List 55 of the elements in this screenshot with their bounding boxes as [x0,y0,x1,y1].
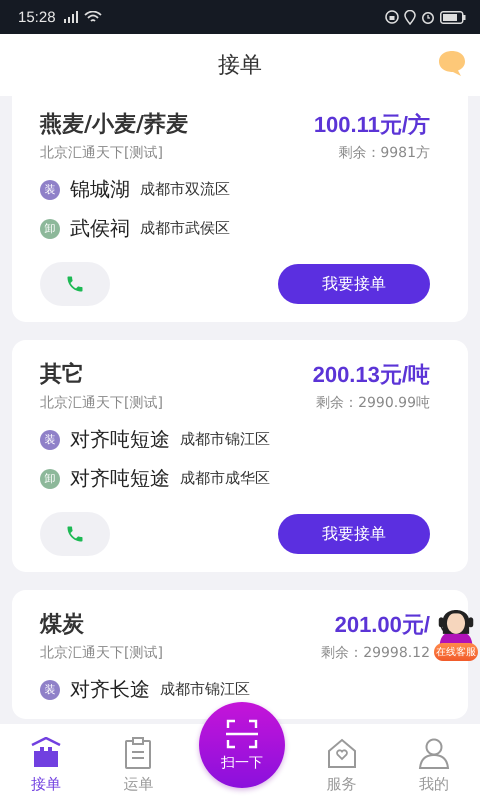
stop-tag: 卸 [40,218,60,238]
chat-bubble-icon[interactable] [438,50,466,77]
place-name: 武侯祠 [70,215,130,242]
place-address: 成都市双流区 [140,180,230,199]
remaining-amount: 剩余：29998.12 [321,644,430,662]
cargo-name: 燕麦/小麦/荞麦 [40,111,188,139]
place-name: 对齐吨短途 [70,465,170,492]
scan-icon [225,718,259,750]
stop-tag: 装 [40,680,60,700]
building-icon [30,737,62,769]
stop-tag: 装 [40,180,60,200]
scan-label: 扫一下 [221,754,263,772]
price: 200.13元/吨 [312,361,430,389]
support-label: 在线客服 [434,643,478,661]
battery-icon [440,10,466,24]
wifi-icon [84,10,102,24]
scan-button[interactable]: 扫一下 [199,702,285,788]
remaining-amount: 剩余：2990.99吨 [316,394,430,412]
place-address: 成都市成华区 [180,469,270,488]
location-icon [404,10,416,24]
place-name: 对齐长途 [70,676,150,703]
status-time: 15:28 [18,8,56,26]
call-button[interactable] [40,512,110,556]
place-address: 成都市锦江区 [160,680,250,699]
clipboard-icon [124,737,152,769]
nav-tab[interactable]: 接单 [0,724,92,800]
call-button[interactable] [40,262,110,306]
lock-icon [385,10,399,24]
stop-tag: 装 [40,430,60,450]
price: 201.00元/ [334,611,430,639]
price: 100.11元/方 [314,111,430,139]
nav-label: 服务 [326,775,357,794]
cargo-name: 其它 [40,360,85,389]
person-icon [418,737,450,769]
phone-icon [65,274,85,294]
alarm-icon [421,10,435,24]
page-title: 接单 [218,52,262,80]
place-name: 对齐吨短途 [70,426,170,453]
place-address: 成都市武侯区 [140,219,230,238]
company-name: 北京汇通天下[测试] [40,394,163,412]
nav-label: 接单 [31,775,62,794]
accept-order-button[interactable]: 我要接单 [278,514,430,554]
home-heart-icon [326,737,358,769]
cargo-name: 煤炭 [40,611,85,639]
nav-label: 运单 [123,775,154,794]
phone-icon [65,524,85,544]
place-address: 成都市锦江区 [180,430,270,449]
place-name: 锦城湖 [70,176,130,203]
nav-label: 我的 [418,775,449,794]
accept-order-button[interactable]: 我要接单 [278,264,430,304]
company-name: 北京汇通天下[测试] [40,144,164,162]
remaining-amount: 剩余：9981方 [338,144,430,162]
stop-tag: 卸 [40,468,60,488]
signal-icon [62,11,79,23]
company-name: 北京汇通天下[测试] [40,644,163,662]
